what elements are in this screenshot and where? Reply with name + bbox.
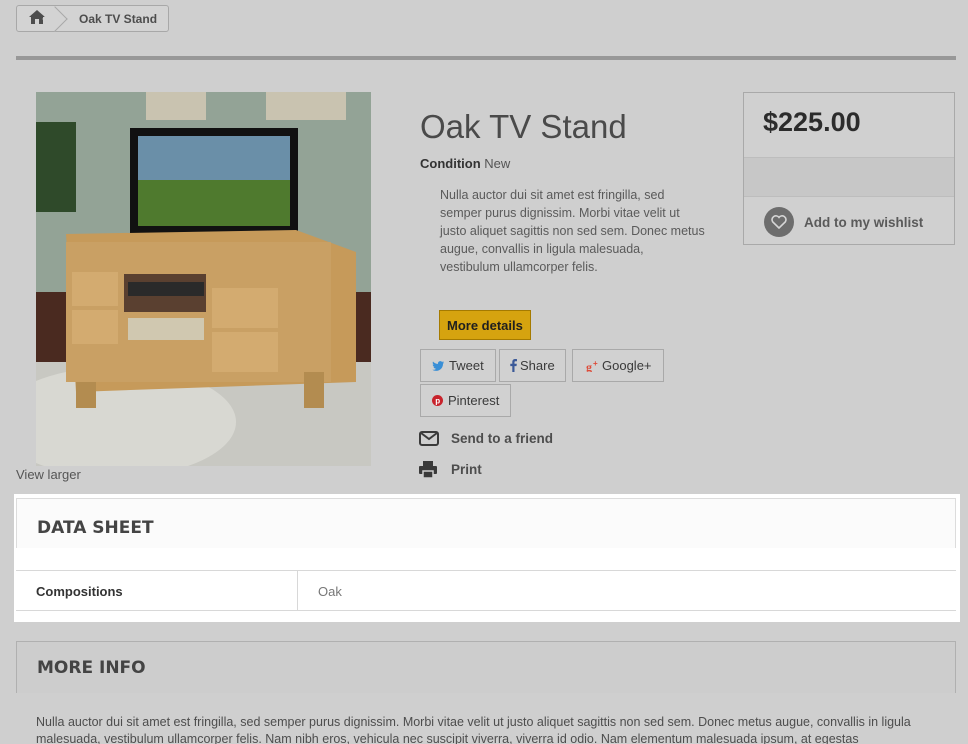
google-plus-label: Google+ [602, 358, 652, 373]
svg-text:+: + [593, 360, 598, 368]
product-image[interactable] [36, 92, 371, 466]
home-icon [29, 10, 45, 27]
top-divider [16, 56, 956, 60]
facebook-icon [510, 359, 517, 372]
svg-text:p: p [435, 397, 440, 406]
breadcrumb: Oak TV Stand [16, 5, 170, 32]
condition-label: Condition [420, 156, 481, 171]
share-button[interactable]: Share [499, 349, 566, 382]
pinterest-icon: p [432, 395, 443, 406]
more-info-text: Nulla auctor dui sit amet est fringilla,… [36, 715, 911, 744]
tweet-label: Tweet [449, 358, 484, 373]
data-sheet-title: DATA SHEET [37, 518, 154, 538]
printer-icon [419, 461, 451, 478]
data-sheet-separator [297, 571, 298, 610]
google-plus-button[interactable]: g + Google+ [572, 349, 664, 382]
share-label: Share [520, 358, 555, 373]
product-price: $225.00 [763, 107, 861, 137]
google-plus-icon: g + [586, 360, 600, 372]
view-larger-link[interactable]: View larger [16, 467, 81, 482]
send-to-friend-link[interactable]: Send to a friend [419, 431, 553, 446]
condition-value: New [484, 156, 511, 171]
home-link[interactable] [17, 6, 57, 31]
more-details-button[interactable]: More details [439, 310, 531, 340]
send-to-friend-label: Send to a friend [451, 431, 554, 446]
pinterest-label: Pinterest [448, 393, 500, 408]
print-label: Print [451, 462, 482, 477]
more-info-header: MORE INFO [16, 641, 956, 693]
more-info-title: MORE INFO [37, 658, 146, 678]
print-link[interactable]: Print [419, 461, 482, 478]
breadcrumb-current: Oak TV Stand [79, 11, 158, 26]
wishlist-label: Add to my wishlist [804, 214, 924, 230]
product-description: Nulla auctor dui sit amet est fringilla,… [440, 188, 705, 274]
data-sheet-header: DATA SHEET [16, 498, 956, 548]
data-sheet-section: DATA SHEET Compositions Oak [14, 494, 960, 622]
product-condition: Condition New [420, 156, 510, 171]
envelope-icon [419, 431, 451, 446]
price-box: $225.00 Add to my wishlist [743, 92, 955, 245]
wishlist-button[interactable]: Add to my wishlist [764, 207, 923, 237]
twitter-icon [432, 360, 444, 371]
heart-icon [764, 207, 794, 237]
svg-text:g: g [586, 360, 592, 372]
price-box-band [744, 157, 954, 197]
data-sheet-value: Oak [318, 584, 342, 599]
tweet-button[interactable]: Tweet [420, 349, 496, 382]
data-sheet-key: Compositions [36, 584, 123, 599]
product-title: Oak TV Stand [420, 108, 627, 145]
data-sheet-row: Compositions Oak [16, 570, 956, 611]
pinterest-button[interactable]: p Pinterest [420, 384, 512, 417]
